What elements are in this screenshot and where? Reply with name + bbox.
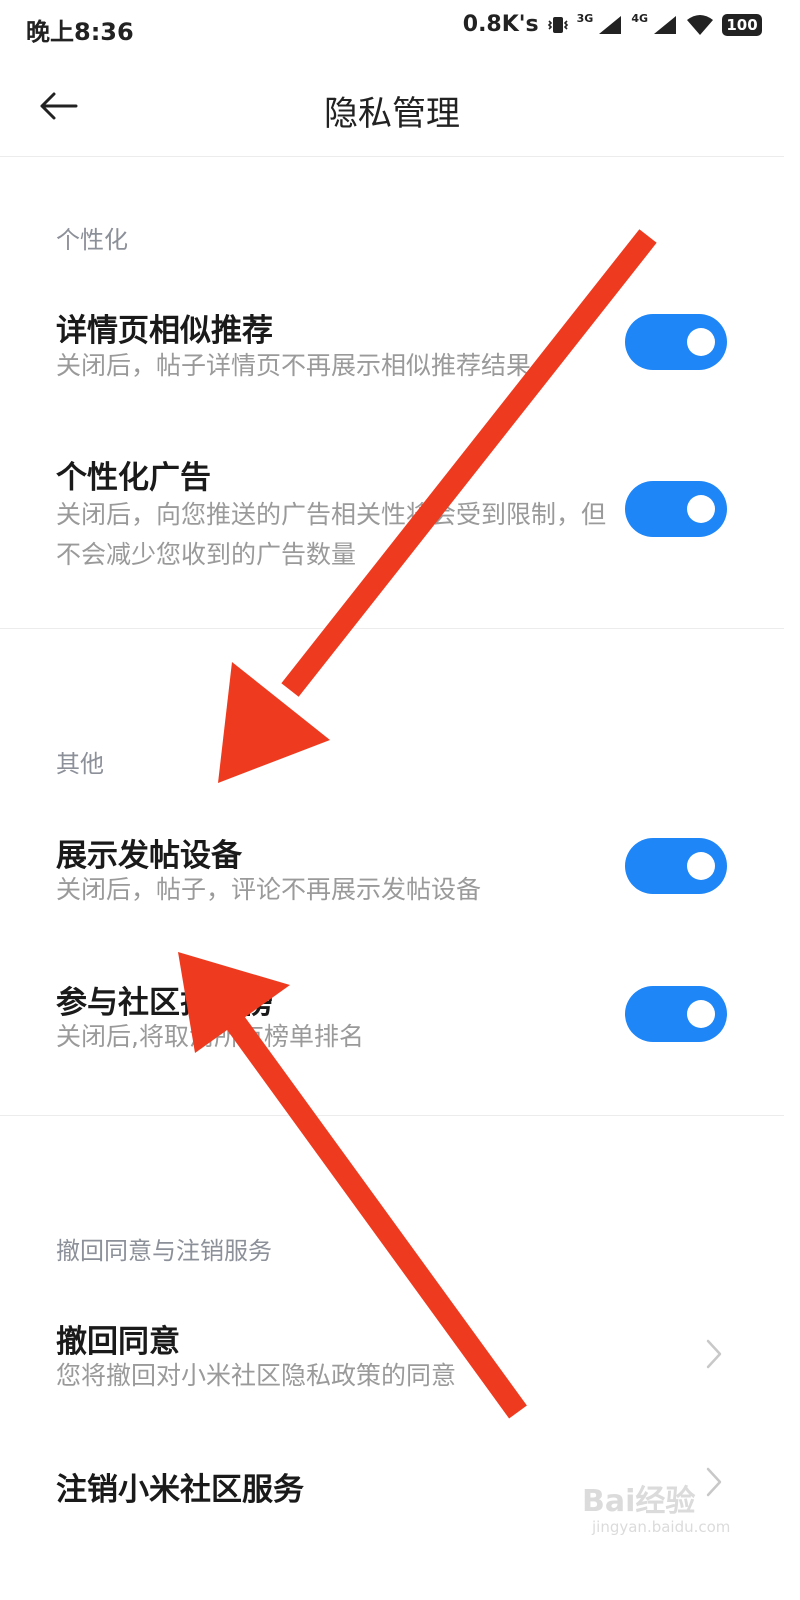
setting-title: 详情页相似推荐 [56,313,273,349]
toggle-knob [687,852,715,880]
network-type-1: 3G [576,12,594,25]
section-divider [0,1115,784,1116]
page-title: 隐私管理 [324,94,460,134]
vibrate-icon [547,16,568,33]
setting-title: 参与社区排行榜 [56,985,273,1021]
leaderboard-toggle[interactable] [625,986,727,1042]
signal-icon [599,15,622,34]
toggle-knob [687,328,715,356]
section-divider [0,628,784,629]
status-time: 晚上8:36 [26,18,134,46]
show-device-toggle[interactable] [625,838,727,894]
chevron-right-icon [706,1339,722,1369]
status-indicators: 0.8K's 3G 4G 100 [463,12,762,37]
setting-description: 关闭后,将取消所有榜单排名 [56,1022,364,1051]
network-type-2: 4G [631,12,648,25]
toggle-knob [687,495,715,523]
toggle-knob [687,1000,715,1028]
setting-description: 关闭后，向您推送的广告相关性将会受到限制，但不会减少您收到的广告数量 [56,500,607,569]
setting-title: 注销小米社区服务 [56,1472,304,1508]
setting-title: 撤回同意 [56,1324,180,1360]
wifi-icon [687,14,713,35]
signal-icon [654,15,676,34]
setting-description: 关闭后，帖子详情页不再展示相似推荐结果 [56,351,532,380]
watermark-url: jingyan.baidu.com [592,1518,731,1536]
setting-description: 您将撤回对小米社区隐私政策的同意 [56,1361,457,1390]
app-header: 隐私管理 [0,56,784,157]
battery-indicator: 100 [722,13,762,36]
section-title-withdraw: 撤回同意与注销服务 [56,1237,272,1265]
network-speed: 0.8K's [462,12,539,37]
personalized-ads-toggle[interactable] [625,481,727,537]
status-bar: 晚上8:36 0.8K's 3G 4G 100 [0,0,784,56]
section-title-personalization: 个性化 [56,226,128,254]
setting-title: 展示发帖设备 [56,838,242,874]
watermark: Bai经验 jingyan.baidu.com [582,1476,742,1546]
setting-description: 关闭后，帖子，评论不再展示发帖设备 [56,875,482,904]
watermark-logo: Bai经验 [582,1484,696,1519]
privacy-settings-screen: 晚上8:36 0.8K's 3G 4G 100 隐私管理 个性化 详情页相似推荐… [0,0,784,1568]
similar-recommendation-toggle[interactable] [625,314,727,370]
setting-title: 个性化广告 [56,460,211,496]
section-title-other: 其他 [56,750,104,778]
